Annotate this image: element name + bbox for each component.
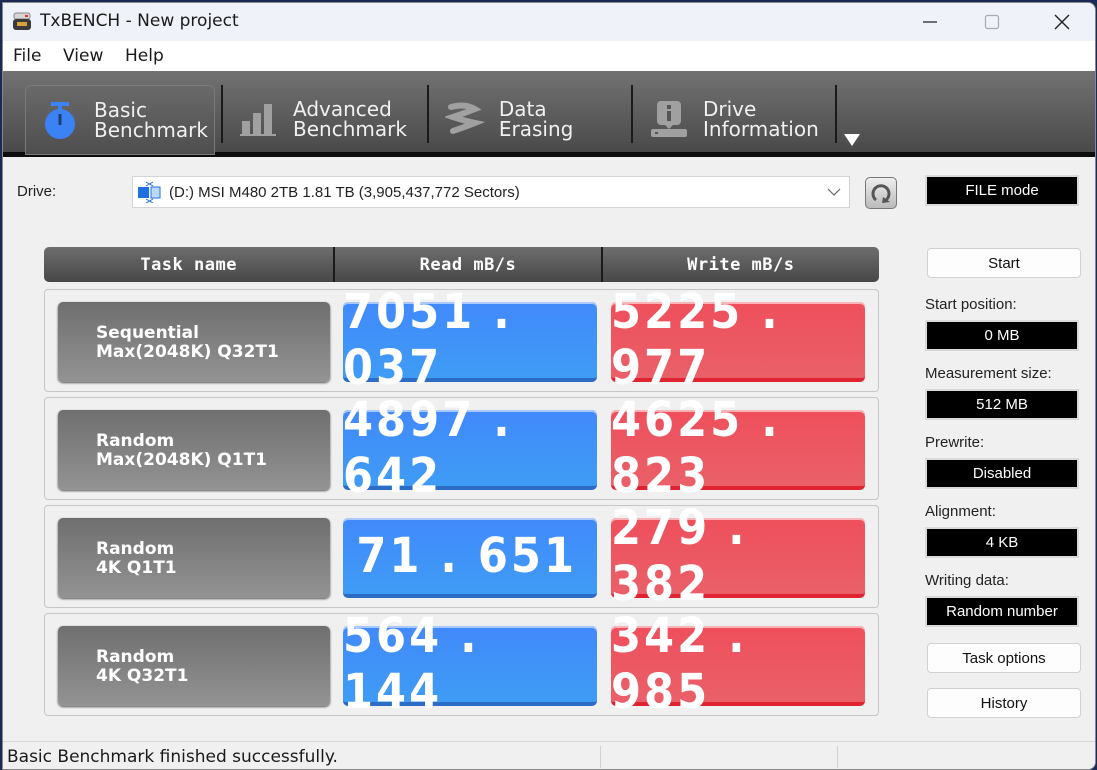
tab-label: Data Erasing [498,97,574,141]
result-row-sequential-q32t1: Sequential Max(2048K) Q32T1 7051 . 037 5… [44,284,879,396]
eraser-spring-icon [445,102,485,134]
tab-advanced-benchmark[interactable]: Advanced Benchmark [225,85,425,153]
writing-data-value[interactable]: Random number [925,596,1079,627]
task-name-line1: Random [96,647,175,667]
refresh-button[interactable] [865,177,897,209]
status-message: Basic Benchmark finished successfully. [7,747,338,767]
task-name-line1: Sequential [96,323,199,343]
tab-label-line1: Advanced [293,97,392,121]
maximize-icon [984,14,1000,30]
start-position-label: Start position: [925,296,1017,313]
task-name-line2: Max(2048K) Q32T1 [96,342,279,362]
alignment-value[interactable]: 4 KB [925,527,1079,558]
minimize-button[interactable] [899,3,961,41]
write-value: 4625 . 823 [611,392,865,504]
prewrite-label: Prewrite: [925,434,985,451]
task-name-button[interactable]: Random Max(2048K) Q1T1 [58,410,330,490]
menu-view[interactable]: View [63,46,103,66]
write-value: 5225 . 977 [611,284,865,396]
refresh-icon [871,184,891,203]
toolbar-separator [221,85,223,143]
write-value: 342 . 985 [611,608,865,720]
result-row-random-4k-q32t1: Random 4K Q32T1 564 . 144 342 . 985 [44,608,879,720]
result-row-random-4k-q1t1: Random 4K Q1T1 71 . 651 279 . 382 [44,500,879,612]
toolbar-separator [427,85,429,143]
column-header-write: Write mB/s [600,247,879,282]
app-window: TxBENCH - New project File View Help Bas… [2,2,1096,770]
read-value: 564 . 144 [343,608,597,720]
results-table-header: Task name Read mB/s Write mB/s [44,247,879,282]
task-name-button[interactable]: Sequential Max(2048K) Q32T1 [58,302,330,382]
bar-chart-icon [240,104,276,136]
column-header-task-name: Task name [140,254,237,275]
tab-label-line2: Benchmark [94,118,208,142]
read-value: 7051 . 037 [343,284,597,396]
toolbar: Basic Benchmark Advanced Benchmark Data Er… [3,71,1095,157]
toolbar-separator [631,85,633,143]
tab-drive-information[interactable]: Drive Information [635,85,831,153]
measurement-size-label: Measurement size: [925,365,1052,382]
status-bar: Basic Benchmark finished successfully. [3,741,1095,769]
tab-label-line1: Drive [703,97,757,121]
maximize-button[interactable] [961,3,1023,41]
task-options-button[interactable]: Task options [927,643,1081,673]
status-separator [600,746,601,768]
stopwatch-icon [45,102,75,139]
tab-label-line2: Information [703,117,819,141]
task-name-line2: 4K Q1T1 [96,558,177,578]
read-value: 71 . 651 [343,518,597,598]
task-name-line2: 4K Q32T1 [96,666,189,686]
minimize-icon [923,21,937,23]
result-row-random-max-q1t1: Random Max(2048K) Q1T1 4897 . 642 4625 .… [44,392,879,504]
menu-bar: File View Help [3,41,1095,71]
drive-select[interactable]: (D:) MSI M480 2TB 1.81 TB (3,905,437,772… [132,176,850,208]
start-button[interactable]: Start [927,248,1081,278]
drive-icon [138,181,161,203]
tab-label-line2: Benchmark [293,117,407,141]
window-title: TxBENCH - New project [40,11,239,31]
read-value: 4897 . 642 [343,392,597,504]
drive-info-icon [651,101,687,137]
tab-label-line1: Basic [94,98,147,122]
app-icon [13,12,31,30]
history-button[interactable]: History [927,688,1081,718]
task-name-button[interactable]: Random 4K Q32T1 [58,626,330,706]
chevron-down-icon [827,188,841,196]
writing-data-label: Writing data: [925,572,1009,589]
tab-basic-benchmark[interactable]: Basic Benchmark [25,85,215,155]
start-position-value[interactable]: 0 MB [925,320,1079,351]
task-name-line1: Random [96,539,175,559]
menu-help[interactable]: Help [125,46,164,66]
task-name-button[interactable]: Random 4K Q1T1 [58,518,330,598]
close-icon [1054,14,1070,30]
close-button[interactable] [1031,3,1093,41]
prewrite-value[interactable]: Disabled [925,458,1079,489]
alignment-label: Alignment: [925,503,996,520]
write-value: 279 . 382 [611,500,865,612]
menu-file[interactable]: File [13,46,41,66]
toolbar-separator [835,85,837,143]
task-name-line2: Max(2048K) Q1T1 [96,450,268,470]
task-name-line1: Random [96,431,175,451]
triangle-down-icon[interactable] [843,133,861,147]
mode-display: FILE mode [925,175,1079,206]
drive-select-value: (D:) MSI M480 2TB 1.81 TB (3,905,437,772… [169,183,520,201]
title-bar: TxBENCH - New project [3,3,1095,41]
column-header-read: Read mB/s [333,247,600,282]
tab-data-erasing[interactable]: Data Erasing [431,85,627,153]
drive-label: Drive: [17,183,57,200]
status-separator [837,746,838,768]
measurement-size-value[interactable]: 512 MB [925,389,1079,420]
